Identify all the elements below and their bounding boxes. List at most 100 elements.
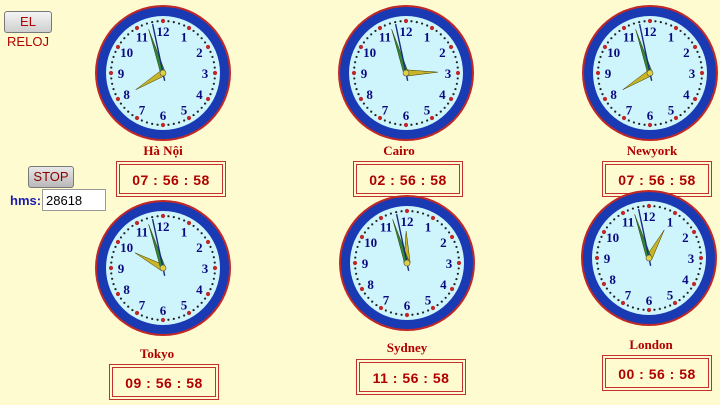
clock-tick (186, 220, 192, 226)
clock-numeral: 4 (682, 272, 689, 287)
clock-newyork: 12 12 3 45678 9 1011 (582, 5, 718, 141)
time-text-sydney: 11 : 56 : 58 (359, 362, 463, 392)
clock-tick (384, 214, 387, 217)
clock-tick (403, 122, 409, 128)
clock-tick (626, 304, 629, 307)
clock-tick (374, 113, 377, 117)
clock-tick (600, 235, 603, 238)
el-reloj-button[interactable]: EL RELOJ (4, 11, 52, 49)
clock-tick (454, 55, 457, 59)
clock-tick (400, 210, 403, 213)
clock-tick (653, 308, 656, 311)
clock-tick (370, 33, 373, 36)
clock-tick (435, 113, 438, 117)
clock-tick (647, 122, 653, 128)
clock-tick (354, 256, 357, 259)
time-display-tokyo: 09 : 56 : 58 (109, 364, 219, 400)
clock-tick (610, 37, 613, 40)
clock-tick (200, 301, 203, 304)
clock-tick (111, 256, 114, 259)
clock-tick (156, 123, 159, 126)
time-text-cairo: 02 : 56 : 58 (356, 164, 460, 194)
clock-tick (673, 115, 679, 121)
clock-tick (429, 25, 435, 31)
clock-tick (426, 24, 429, 27)
clock-tick (597, 66, 600, 69)
clock-tick (642, 308, 645, 311)
clock-tick (112, 87, 115, 91)
clock-tick (654, 20, 657, 23)
clock-tick (140, 24, 143, 27)
clock-tick (388, 22, 392, 25)
clock-tick (617, 214, 620, 218)
center-pin (645, 254, 653, 262)
clock-tick (167, 318, 170, 321)
clock-tick (632, 22, 636, 25)
clock-tick (455, 70, 461, 76)
clock-tick (186, 310, 192, 316)
clock-tick (420, 22, 424, 25)
clock-numeral: 12 (157, 219, 170, 234)
clock-tick (601, 50, 604, 53)
stop-button[interactable]: STOP (28, 166, 74, 188)
clock-tick (172, 317, 175, 320)
clock-tick (626, 209, 629, 212)
clock-tick (637, 307, 640, 310)
clock-tick (601, 93, 604, 96)
clock-tick (686, 291, 689, 294)
clock-numeral: 6 (403, 108, 410, 123)
clock-tick (399, 123, 402, 126)
clock-tick (697, 272, 700, 276)
clock-tick (456, 66, 459, 69)
clock-tick (638, 21, 641, 24)
clock-tick (435, 29, 438, 33)
clock-tick (659, 122, 662, 125)
clock-tick (700, 77, 703, 80)
clock-tick (160, 122, 166, 128)
clock-tick (151, 21, 154, 24)
clock-tick (453, 283, 456, 286)
clock-sydney: 12 12 3 45678 9 1011 (339, 195, 475, 331)
clock-numeral: 9 (604, 251, 611, 266)
clock-tick (192, 29, 195, 33)
clock-tick (131, 113, 134, 117)
clock-tick (455, 61, 458, 64)
clock-hanoi: 12 12 3 45678 9 1011 (95, 5, 231, 141)
clock-numeral: 11 (622, 215, 634, 230)
hms-label: hms: (10, 193, 42, 208)
clock-tick (108, 265, 114, 271)
clock-tick (110, 77, 113, 80)
clock-tick (617, 298, 620, 302)
city-label-newyork: Newyork (626, 143, 678, 158)
clock-tick (598, 61, 601, 64)
clock-numeral: 3 (689, 66, 696, 81)
clock-tick (449, 234, 455, 240)
clock-tick (427, 214, 430, 217)
clock-tick (454, 87, 457, 91)
clock-tick (426, 119, 429, 122)
clock-tick (200, 232, 203, 235)
clock-tick (151, 216, 154, 219)
clock-tick (678, 298, 681, 302)
clock-tick (698, 267, 701, 270)
clock-tick (643, 123, 646, 126)
clock-numeral: 12 (643, 209, 656, 224)
clock-numeral: 10 (607, 45, 620, 60)
clock-tick (443, 37, 446, 40)
clock-tick (127, 33, 130, 36)
clock-tick (354, 267, 357, 270)
clock-numeral: 7 (382, 102, 389, 117)
clock-tick (358, 283, 361, 286)
clock-tick (446, 41, 450, 44)
clock-tick (404, 312, 410, 318)
clock-numeral: 5 (668, 102, 675, 117)
clock-tick (598, 82, 601, 85)
clock-tick (447, 231, 451, 234)
clock-tick (131, 308, 134, 312)
clock-tick (177, 316, 181, 319)
clock-tick (394, 122, 397, 125)
clock-tick (131, 224, 134, 228)
clock-tick (183, 24, 186, 27)
clock-tick (682, 218, 685, 221)
clock-tick (211, 87, 214, 91)
